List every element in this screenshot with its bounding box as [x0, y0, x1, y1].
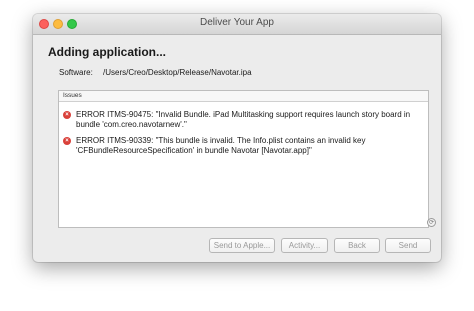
deliver-app-window: Deliver Your App Adding application... S…: [33, 14, 441, 262]
window-title: Deliver Your App: [200, 17, 274, 28]
resize-handle-icon[interactable]: ⟳: [427, 218, 436, 227]
software-label: Software:: [59, 68, 93, 77]
activity-button[interactable]: Activity...: [281, 238, 328, 253]
title-bar: Deliver Your App: [33, 14, 441, 35]
error-icon: ×: [63, 111, 71, 119]
software-path: /Users/Creo/Desktop/Release/Navotar.ipa: [103, 68, 252, 77]
issue-message-line: ERROR ITMS-90475: "Invalid Bundle. iPad …: [76, 110, 411, 119]
issues-list[interactable]: Issues × ERROR ITMS-90475: "Invalid Bund…: [58, 90, 429, 228]
issue-item: × ERROR ITMS-90475: "Invalid Bundle. iPa…: [63, 110, 423, 130]
send-to-apple-button[interactable]: Send to Apple...: [209, 238, 275, 253]
issue-message-line: ERROR ITMS-90339: "This bundle is invali…: [76, 136, 366, 145]
issues-header: Issues: [59, 91, 428, 102]
page-heading: Adding application...: [48, 45, 166, 59]
send-button[interactable]: Send: [385, 238, 431, 253]
issue-message-line: bundle 'com.creo.navotarnew'.": [76, 120, 187, 129]
issue-item: × ERROR ITMS-90339: "This bundle is inva…: [63, 136, 423, 156]
back-button[interactable]: Back: [334, 238, 380, 253]
issue-message-line: 'CFBundleResourceSpecification' in bundl…: [76, 146, 312, 155]
software-row: Software: /Users/Creo/Desktop/Release/Na…: [59, 68, 252, 77]
error-icon: ×: [63, 137, 71, 145]
